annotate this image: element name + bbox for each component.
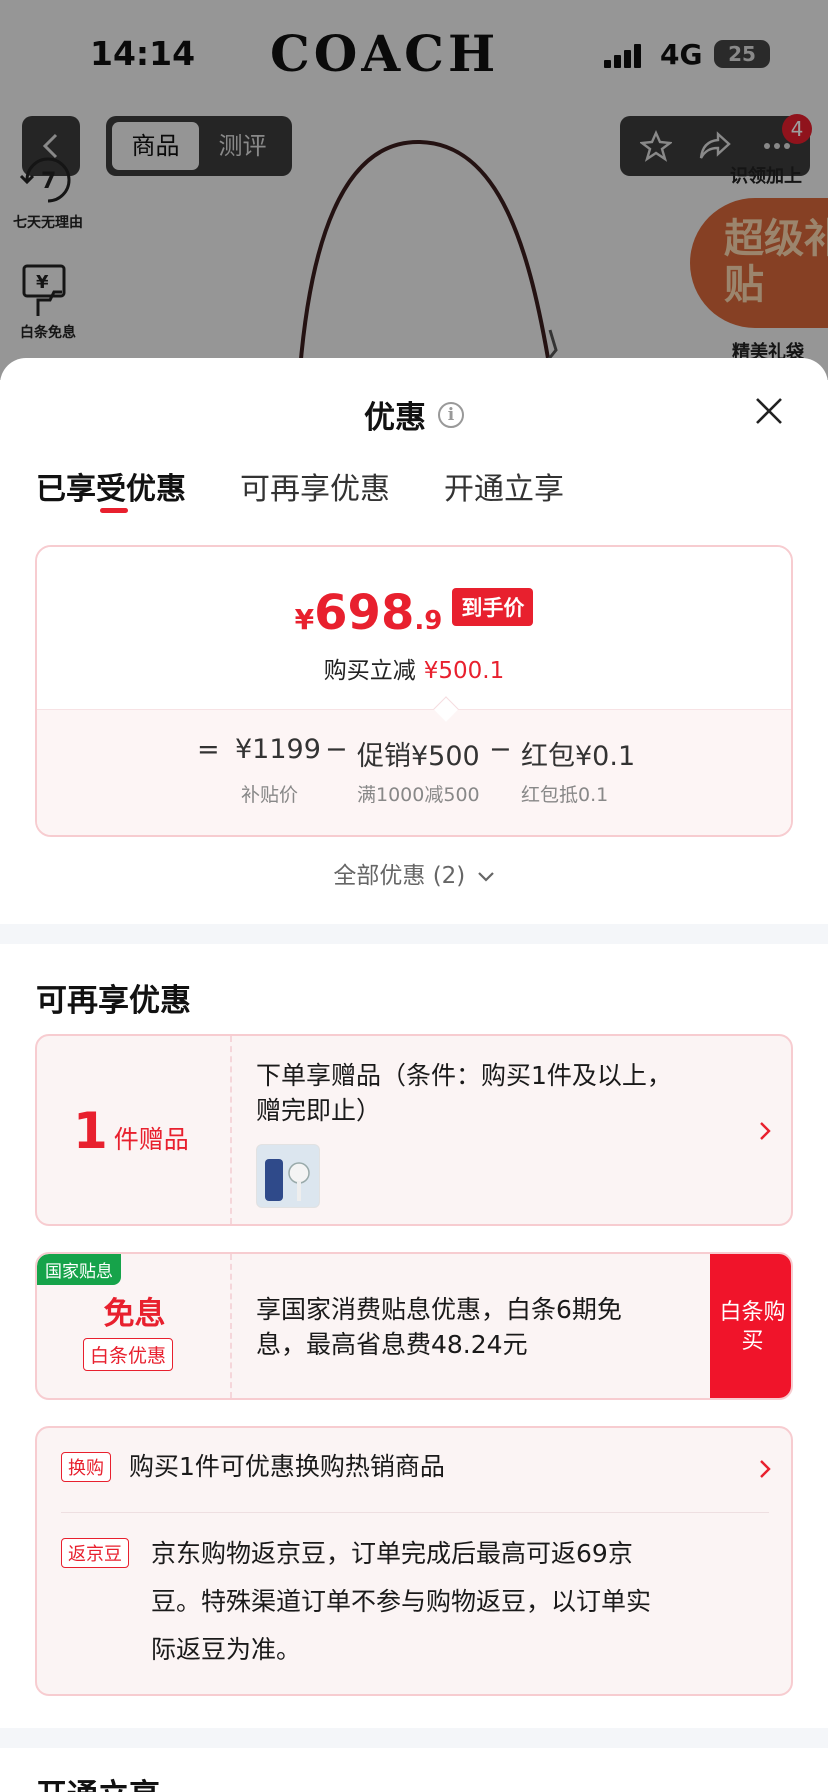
section-title-activate: 开通立享 bbox=[36, 1770, 160, 1792]
promo-discount-label: 满1000减500 bbox=[357, 784, 480, 806]
sheet-title: 优惠 bbox=[364, 400, 426, 436]
subsidy-price-label: 补贴价 bbox=[241, 784, 299, 806]
redpacket-discount: 红包¥0.1 bbox=[521, 741, 636, 772]
section-title-available: 可再享优惠 bbox=[36, 983, 191, 1019]
price-breakdown: = ¥1199 − 促销¥500 − 红包¥0.1 补贴价 满1000减500 … bbox=[37, 709, 791, 835]
minus-sign: − bbox=[489, 734, 512, 765]
interest-free-title: 免息 bbox=[103, 1296, 166, 1332]
sheet-header: 优惠 i bbox=[0, 392, 828, 437]
gift-description: 下单享赠品（条件：购买1件及以上， 赠完即止） bbox=[256, 1061, 672, 1125]
discount-sheet: 优惠 i 已享受优惠 可再享优惠 开通立享 ¥698.9 到手价 购买立减 ¥500.… bbox=[0, 358, 828, 1792]
gift-thumbnail bbox=[256, 1144, 320, 1208]
subsidy-price: ¥1199 bbox=[235, 734, 321, 765]
swap-offer-text: 购买1件可优惠换购热销商品 bbox=[129, 1452, 445, 1481]
final-price: ¥698.9 到手价 bbox=[37, 585, 791, 641]
discount-tabs: 已享受优惠 可再享优惠 开通立享 bbox=[36, 464, 618, 514]
chevron-right-icon bbox=[760, 1460, 771, 1478]
final-price-card: ¥698.9 到手价 购买立减 ¥500.1 = ¥1199 − 促销¥500 − … bbox=[35, 545, 793, 837]
tab-available[interactable]: 可再享优惠 bbox=[240, 464, 390, 514]
swap-tag: 换购 bbox=[61, 1452, 111, 1482]
all-offers-toggle[interactable]: 全部优惠 (2) bbox=[0, 856, 828, 890]
interest-free-description: 享国家消费贴息优惠，白条6期免 息，最高省息费48.24元 bbox=[256, 1295, 622, 1359]
gift-offer-card[interactable]: 1 件赠品 下单享赠品（条件：购买1件及以上， 赠完即止） bbox=[35, 1034, 793, 1226]
interest-free-card: 国家贴息 免息 白条优惠 享国家消费贴息优惠，白条6期免 息，最高省息费48.2… bbox=[35, 1252, 793, 1400]
tab-enjoyed[interactable]: 已享受优惠 bbox=[36, 464, 186, 514]
overlay-scrim[interactable] bbox=[0, 0, 828, 380]
equals-sign: = bbox=[197, 734, 220, 765]
tab-activate[interactable]: 开通立享 bbox=[444, 464, 564, 514]
jd-bean-tag: 返京豆 bbox=[61, 1538, 129, 1568]
extra-offers-card: 换购 购买1件可优惠换购热销商品 返京豆 京东购物返京豆，订单完成后最高可返69… bbox=[35, 1426, 793, 1696]
instant-discount-amount: ¥500.1 bbox=[423, 658, 505, 684]
redpacket-discount-label: 红包抵0.1 bbox=[521, 784, 609, 806]
instant-discount: 购买立减 ¥500.1 bbox=[323, 658, 505, 684]
jd-bean-description: 京东购物返京豆，订单完成后最高可返69京 豆。特殊渠道订单不参与购物返豆，以订单… bbox=[151, 1539, 652, 1664]
info-icon[interactable]: i bbox=[438, 401, 464, 428]
baitiao-offer-tag: 白条优惠 bbox=[83, 1338, 174, 1371]
minus-sign: − bbox=[325, 734, 348, 765]
gov-subsidy-badge: 国家贴息 bbox=[37, 1254, 121, 1285]
chevron-right-icon bbox=[760, 1122, 771, 1140]
baitiao-buy-button[interactable]: 白条购买 bbox=[710, 1254, 791, 1398]
final-price-tag: 到手价 bbox=[452, 588, 534, 626]
gift-count: 1 件赠品 bbox=[73, 1102, 189, 1160]
close-icon[interactable] bbox=[754, 396, 784, 426]
promo-discount: 促销¥500 bbox=[357, 741, 480, 772]
chevron-down-icon bbox=[477, 871, 494, 882]
